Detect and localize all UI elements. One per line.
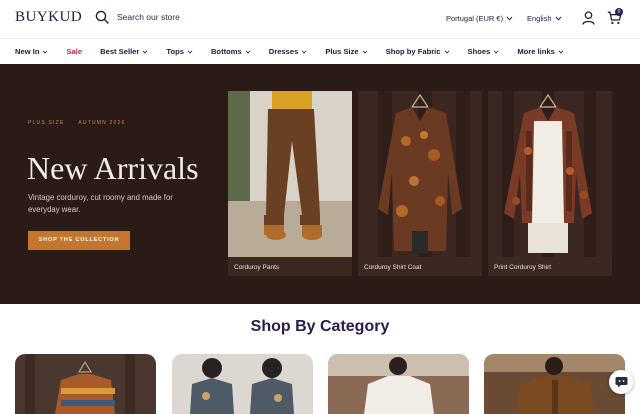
user-icon bbox=[582, 11, 595, 25]
nav-item-label: Shop by Fabric bbox=[385, 47, 441, 56]
search-icon[interactable] bbox=[95, 10, 109, 24]
currency-label: Portugal (EUR €) bbox=[446, 14, 504, 23]
cart-button[interactable]: 0 bbox=[607, 8, 623, 30]
hero-kicker: PLUS SIZE AUTUMN 2026 bbox=[28, 120, 125, 126]
chat-icon bbox=[615, 377, 627, 388]
category-card[interactable] bbox=[328, 354, 469, 414]
nav-item-best-seller[interactable]: Best Seller bbox=[100, 47, 148, 56]
cart-count-badge: 0 bbox=[615, 8, 623, 16]
nav-item-plus-size[interactable]: Plus Size bbox=[325, 47, 367, 56]
nav-item-bottoms[interactable]: Bottoms bbox=[211, 47, 251, 56]
nav-item-label: Bottoms bbox=[210, 47, 242, 56]
chevron-down-icon bbox=[506, 16, 513, 21]
account-button[interactable] bbox=[582, 11, 595, 30]
search-bar[interactable]: Search our store bbox=[95, 10, 180, 24]
site-logo[interactable]: BUYKUD bbox=[15, 9, 82, 26]
nav-item-new-in[interactable]: New In bbox=[15, 47, 48, 56]
nav-item-label: Shoes bbox=[467, 47, 491, 56]
category-card[interactable] bbox=[15, 354, 156, 414]
chevron-down-icon bbox=[444, 50, 449, 54]
nav-item-tops[interactable]: Tops bbox=[166, 47, 193, 56]
chat-button[interactable] bbox=[609, 370, 633, 394]
nav-item-label: Plus Size bbox=[325, 47, 359, 56]
product-image[interactable] bbox=[358, 91, 482, 257]
nav-item-more-links[interactable]: More links bbox=[517, 47, 564, 56]
product-card-print-corduroy-shirt[interactable]: Print Corduroy Shirt bbox=[488, 91, 612, 276]
search-input[interactable]: Search our store bbox=[117, 12, 180, 22]
hero-kicker-right: AUTUMN 2026 bbox=[78, 120, 126, 126]
chevron-down-icon bbox=[43, 50, 48, 54]
nav-item-dresses[interactable]: Dresses bbox=[269, 47, 308, 56]
nav-item-shop-by-fabric[interactable]: Shop by Fabric bbox=[386, 47, 450, 56]
chevron-down-icon bbox=[143, 50, 148, 54]
chevron-down-icon bbox=[555, 16, 561, 21]
hero-title: New Arrivals bbox=[27, 150, 199, 186]
language-selector[interactable]: English bbox=[527, 14, 562, 23]
product-card-label: Print Corduroy Shirt bbox=[494, 264, 552, 271]
shop-collection-button[interactable]: SHOP THE COLLECTION bbox=[28, 231, 130, 250]
hero-subtitle: Vintage corduroy, cut roomy and made for… bbox=[28, 193, 173, 214]
chevron-down-icon bbox=[302, 50, 307, 54]
product-card-corduroy-shirt-coat[interactable]: Corduroy Shirt Coat bbox=[358, 91, 482, 276]
chevron-down-icon bbox=[245, 50, 251, 54]
nav-item-label: Best Seller bbox=[100, 47, 140, 56]
nav-item-label: More links bbox=[517, 47, 555, 56]
chevron-down-icon bbox=[494, 50, 499, 54]
product-card-corduroy-pants[interactable]: Corduroy Pants bbox=[228, 91, 352, 276]
language-label: English bbox=[527, 14, 552, 23]
nav-item-sale[interactable]: Sale bbox=[66, 47, 82, 56]
chevron-down-icon bbox=[187, 50, 193, 54]
nav-item-label: Tops bbox=[166, 47, 184, 56]
section-title: Shop By Category bbox=[250, 318, 390, 335]
currency-selector[interactable]: Portugal (EUR €) bbox=[446, 14, 513, 23]
main-nav: New In Sale Best Seller Tops Bottoms Dresses P… bbox=[0, 38, 640, 64]
site-header: BUYKUD Search our store Portugal (EUR €)… bbox=[0, 0, 640, 38]
hero-banner: PLUS SIZE AUTUMN 2026 New Arrivals Vinta… bbox=[0, 64, 640, 304]
product-card-label: Corduroy Pants bbox=[234, 264, 280, 271]
nav-item-shoes[interactable]: Shoes bbox=[468, 47, 500, 56]
nav-item-label: Dresses bbox=[268, 47, 299, 56]
nav-item-label: New In bbox=[15, 47, 40, 56]
nav-item-label: Sale bbox=[66, 47, 83, 56]
category-card[interactable] bbox=[172, 354, 313, 414]
category-card[interactable] bbox=[484, 354, 625, 414]
chevron-down-icon bbox=[362, 50, 367, 54]
product-image[interactable] bbox=[488, 91, 612, 257]
product-card-label: Corduroy Shirt Coat bbox=[364, 264, 422, 271]
hero-kicker-left: PLUS SIZE bbox=[28, 120, 65, 126]
product-image[interactable] bbox=[228, 91, 352, 257]
chevron-down-icon bbox=[558, 50, 564, 54]
